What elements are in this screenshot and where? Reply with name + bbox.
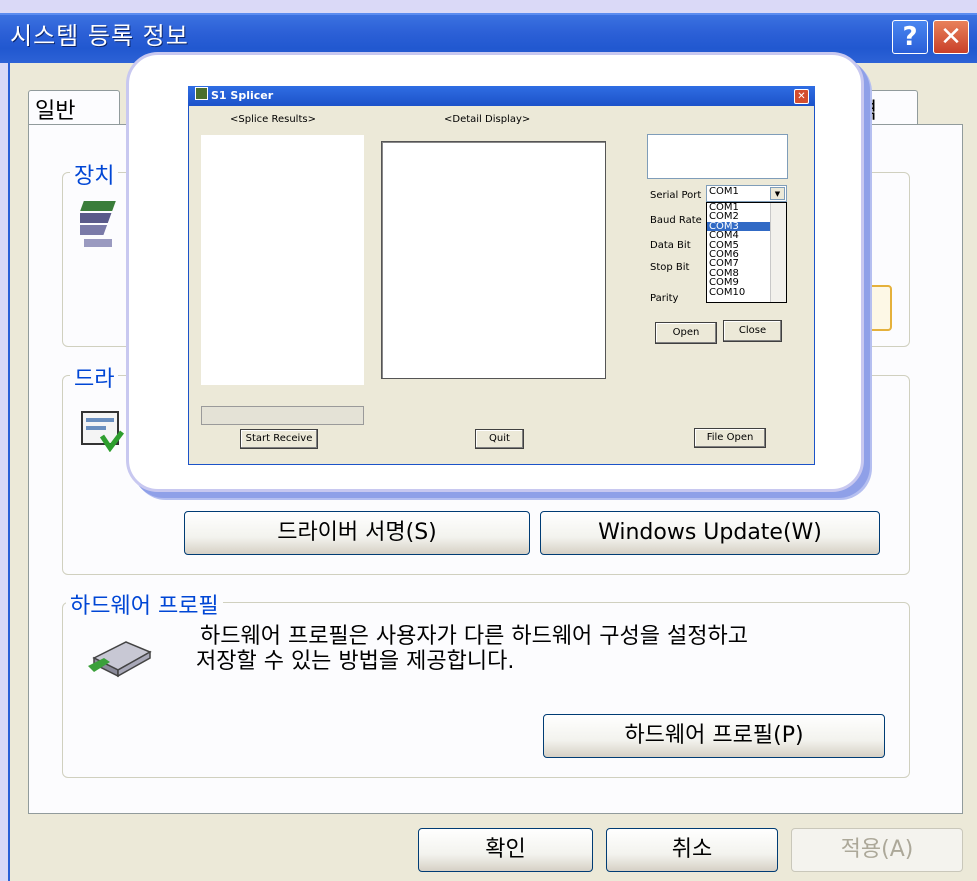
- tab-general[interactable]: 일반: [28, 90, 120, 124]
- serial-port-label: Serial Port: [650, 190, 702, 201]
- driver-icon: [81, 411, 124, 452]
- splicer-title-text: S1 Splicer: [211, 89, 274, 102]
- window-title: 시스템 등록 정보: [10, 22, 189, 50]
- hardware-profile-group-label: 하드웨어 프로필: [66, 588, 223, 620]
- device-manager-icon: [80, 201, 116, 247]
- ok-button[interactable]: 확인: [418, 828, 593, 872]
- detail-display-label: <Detail Display>: [444, 114, 531, 125]
- hardware-profile-description-line1: 하드웨어 프로필은 사용자가 다른 하드웨어 구성을 설정하고: [200, 624, 748, 649]
- close-port-button[interactable]: Close: [723, 320, 782, 342]
- open-port-button[interactable]: Open: [655, 322, 717, 344]
- dropdown-arrow-icon[interactable]: ▼: [770, 187, 785, 200]
- detail-display-box[interactable]: [381, 141, 606, 379]
- splice-results-list[interactable]: [201, 135, 364, 385]
- dropdown-scrollbar[interactable]: [770, 203, 786, 302]
- splicer-titlebar: [188, 86, 815, 106]
- apply-button: 적용(A): [791, 828, 963, 872]
- data-bit-label: Data Bit: [650, 240, 691, 251]
- baud-rate-label: Baud Rate: [650, 215, 702, 226]
- splicer-title: S1 Splicer: [195, 87, 273, 105]
- serial-port-select-value: COM1: [709, 186, 739, 197]
- status-display-box: [647, 134, 788, 179]
- cancel-button[interactable]: 취소: [606, 828, 778, 872]
- parity-label: Parity: [650, 293, 679, 304]
- driver-signing-button[interactable]: 드라이버 서명(S): [184, 511, 530, 555]
- splicer-close-button[interactable]: ✕: [794, 89, 809, 104]
- hardware-profile-icon: [88, 641, 152, 678]
- quit-button[interactable]: Quit: [475, 429, 524, 449]
- help-button[interactable]: ?: [892, 20, 928, 54]
- file-open-button[interactable]: File Open: [694, 428, 766, 448]
- hardware-profile-description-line2: 저장할 수 있는 방법을 제공합니다.: [196, 649, 515, 674]
- hardware-profile-button[interactable]: 하드웨어 프로필(P): [543, 714, 885, 758]
- progress-bar: [201, 406, 364, 425]
- device-manager-group-label: 장치: [70, 158, 119, 190]
- device-manager-button[interactable]: [865, 285, 892, 331]
- windows-update-button[interactable]: Windows Update(W): [540, 511, 880, 555]
- start-receive-button[interactable]: Start Receive: [240, 429, 318, 449]
- driver-group-label: 드라: [70, 361, 119, 393]
- close-button[interactable]: ✕: [933, 20, 969, 54]
- stop-bit-label: Stop Bit: [650, 262, 690, 273]
- splice-results-label: <Splice Results>: [230, 114, 316, 125]
- app-icon: [195, 87, 208, 100]
